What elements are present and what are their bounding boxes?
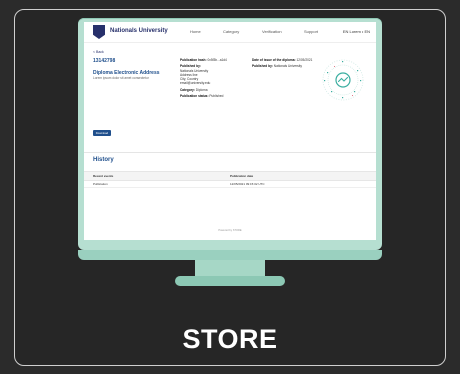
monitor-bezel: Nationals University Home Category Verif… (78, 18, 382, 250)
category-label: Category: (180, 87, 195, 92)
monitor-stand-base (175, 276, 285, 286)
nav-category[interactable]: Category (223, 29, 239, 34)
publisher-label: Published by: (180, 64, 201, 69)
history-heading: History (93, 157, 114, 163)
university-shield-icon[interactable] (93, 25, 105, 39)
details-middle-column: Publication hash: 0x5f3b...a1d4 Publishe… (180, 58, 252, 98)
publication-label: Publication hash: (180, 58, 207, 62)
publication-value: 0x5f3b...a1d4 (207, 58, 227, 62)
nav-verification[interactable]: Verification (262, 29, 282, 34)
powered-by-footer: Powered by STORE (218, 229, 242, 232)
monitor-stand-neck (195, 260, 265, 276)
issue-date-label: Date of issue of the diploma: (252, 58, 296, 62)
document-subtitle: Lorem ipsum dolor sit amet consectetur (93, 76, 149, 80)
download-button[interactable]: Download (93, 130, 111, 136)
issue-date-value: 12/05/2021 (296, 58, 313, 62)
monitor-screen: Nationals University Home Category Verif… (84, 22, 376, 240)
publisher-line: email@university.edu (180, 81, 211, 86)
monitor-chin (78, 250, 382, 260)
date-cell: 12/05/2021 09:15:02 UTC (230, 182, 265, 186)
store-label[interactable]: STORE (0, 324, 460, 355)
details-right-column: Date of issue of the diploma: 12/05/2021… (252, 58, 316, 69)
event-cell: Publication (93, 182, 108, 186)
status-label: Publication status: (180, 94, 209, 99)
history-section: History Recent events Publication date P… (84, 152, 376, 240)
language-selector[interactable]: EN Lorem • EN (343, 29, 370, 34)
nav-home[interactable]: Home (190, 29, 201, 34)
issuer-label: Published by: (252, 64, 273, 69)
issuer-value: Nationals University (273, 64, 302, 69)
breadcrumb-back[interactable]: < Back (93, 50, 104, 54)
column-header-date[interactable]: Publication date (230, 174, 253, 178)
verification-seal-icon[interactable] (321, 58, 365, 102)
document-id: 13142798 (93, 58, 116, 64)
table-row[interactable]: Publication 12/05/2021 09:15:02 UTC (84, 180, 376, 188)
nav-support[interactable]: Support (304, 29, 318, 34)
category-value: Diploma (195, 87, 208, 92)
university-name[interactable]: Nationals University (110, 28, 168, 34)
status-value: Published (209, 94, 224, 99)
column-header-events[interactable]: Recent events (93, 174, 113, 178)
top-navigation-bar: Nationals University Home Category Verif… (84, 22, 376, 43)
